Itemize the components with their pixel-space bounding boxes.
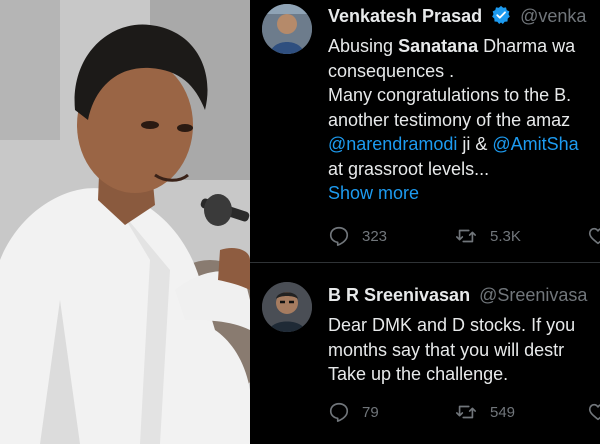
tweet[interactable]: Venkatesh Prasad @venka Abusing Sanatana… <box>250 0 600 263</box>
avatar[interactable] <box>262 282 312 332</box>
tweet-line: months say that you will destr <box>328 339 565 360</box>
tweet-line: Abusing Sanatana Dharma wa <box>328 34 600 59</box>
retweet-button[interactable]: 549 <box>454 401 515 423</box>
tweet-actions: 79 549 <box>328 401 600 425</box>
text-run: Dharma wa <box>478 36 576 56</box>
tweet-header: B R Sreenivasan @Sreenivasa <box>328 285 587 306</box>
reply-button[interactable]: 323 <box>328 225 387 247</box>
tweet-line: consequences . <box>328 59 600 84</box>
text-run-bold: Sanatana <box>398 36 479 56</box>
reply-count: 323 <box>362 227 388 245</box>
tweet-feed: Venkatesh Prasad @venka Abusing Sanatana… <box>250 0 600 444</box>
tweet-line: Dear DMK and D stocks. If you <box>328 315 576 335</box>
text-run: at grassroot levels... <box>328 158 490 179</box>
tweet-line: Many congratulations to the B. <box>328 83 600 108</box>
tweet-actions: 323 5.3K <box>328 225 600 249</box>
retweet-button[interactable]: 5.3K <box>454 225 521 247</box>
show-more-link[interactable]: Show more <box>328 181 600 206</box>
author-handle[interactable]: @venka <box>520 6 586 26</box>
author-name[interactable]: B R Sreenivasan <box>328 285 470 305</box>
mention-link[interactable]: @narendramodi <box>328 134 457 154</box>
reply-button[interactable]: 79 <box>328 401 379 423</box>
text-run: Many congratulations to the B. <box>328 85 572 105</box>
text-run: another testimony of the amaz <box>328 109 571 130</box>
like-button[interactable] <box>587 225 600 247</box>
tweet-line: @narendramodi ji & @AmitSha <box>328 132 600 157</box>
tweet-text: Dear DMK and D stocks. If you months say… <box>328 313 600 387</box>
reply-icon <box>329 402 349 422</box>
retweet-icon <box>456 405 476 419</box>
speaker-photo-illustration <box>0 0 250 444</box>
heart-icon <box>588 403 600 421</box>
tweet-line: at grassroot levels... <box>328 157 600 182</box>
text-run: ji & <box>457 134 493 154</box>
news-photo <box>0 0 250 444</box>
heart-icon <box>588 227 600 245</box>
avatar-image <box>262 4 312 54</box>
text-run: consequences . <box>328 60 455 81</box>
mention-link[interactable]: @AmitSha <box>492 134 578 154</box>
tweet-header: Venkatesh Prasad @venka <box>328 5 586 30</box>
like-button[interactable] <box>587 401 600 423</box>
tweet[interactable]: B R Sreenivasan @Sreenivasa Dear DMK and… <box>250 263 600 444</box>
retweet-icon <box>456 229 476 243</box>
verified-badge-icon <box>491 5 511 30</box>
tweet-line: Take up the challenge. <box>328 364 509 384</box>
retweet-count: 5.3K <box>490 227 521 245</box>
tweet-line: another testimony of the amaz <box>328 108 600 133</box>
author-name[interactable]: Venkatesh Prasad <box>328 6 482 26</box>
avatar-image <box>262 282 312 332</box>
reply-count: 79 <box>362 403 379 421</box>
text-run: Abusing <box>328 36 399 56</box>
retweet-count: 549 <box>490 403 516 421</box>
reply-icon <box>329 226 349 246</box>
avatar[interactable] <box>262 4 312 54</box>
tweet-text: Abusing Sanatana Dharma wa consequences … <box>328 34 600 206</box>
author-handle[interactable]: @Sreenivasa <box>479 285 587 305</box>
